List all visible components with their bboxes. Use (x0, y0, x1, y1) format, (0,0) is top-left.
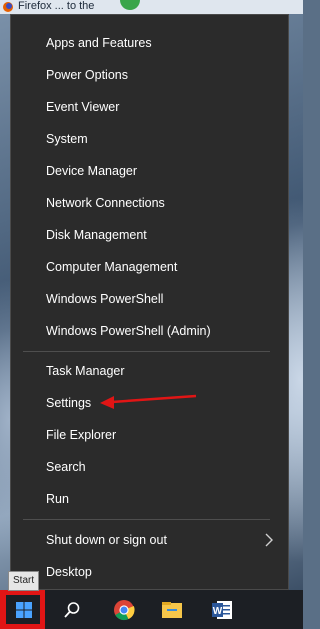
taskbar-word-button[interactable]: W (198, 590, 246, 629)
menu-item-event-viewer[interactable]: Event Viewer (46, 93, 119, 121)
winx-context-menu: Apps and Features Power Options Event Vi… (10, 14, 289, 590)
menu-separator (23, 519, 270, 520)
menu-item-windows-powershell[interactable]: Windows PowerShell (46, 285, 163, 313)
background-green-shape (120, 0, 140, 10)
background-window-strip: Firefox ... to the (0, 0, 303, 14)
word-icon: W (212, 600, 232, 619)
taskbar-chrome-button[interactable] (100, 590, 148, 629)
menu-item-system[interactable]: System (46, 125, 88, 153)
firefox-icon (3, 2, 13, 12)
menu-item-disk-management[interactable]: Disk Management (46, 221, 147, 249)
menu-item-shut-down-or-sign-out[interactable]: Shut down or sign out (46, 526, 167, 554)
file-explorer-icon (162, 601, 182, 618)
start-button-highlight-box (0, 590, 45, 629)
start-tooltip: Start (8, 571, 40, 591)
menu-item-power-options[interactable]: Power Options (46, 61, 128, 89)
menu-item-settings[interactable]: Settings (46, 389, 91, 417)
background-window-text: Firefox ... to the (18, 0, 95, 12)
svg-text:W: W (213, 606, 223, 617)
chevron-right-icon (265, 533, 273, 547)
menu-item-task-manager[interactable]: Task Manager (46, 357, 125, 385)
menu-item-desktop[interactable]: Desktop (46, 558, 92, 586)
menu-item-computer-management[interactable]: Computer Management (46, 253, 177, 281)
menu-separator (23, 351, 270, 352)
search-icon (64, 601, 80, 618)
menu-item-search[interactable]: Search (46, 453, 86, 481)
menu-item-file-explorer[interactable]: File Explorer (46, 421, 116, 449)
menu-item-device-manager[interactable]: Device Manager (46, 157, 137, 185)
menu-item-network-connections[interactable]: Network Connections (46, 189, 165, 217)
taskbar-search-button[interactable] (48, 590, 96, 629)
menu-item-apps-and-features[interactable]: Apps and Features (46, 29, 152, 57)
chrome-icon (114, 599, 135, 620)
menu-item-run[interactable]: Run (46, 485, 69, 513)
menu-item-windows-powershell-admin[interactable]: Windows PowerShell (Admin) (46, 317, 211, 345)
taskbar-file-explorer-button[interactable] (148, 590, 196, 629)
taskbar: W (0, 590, 303, 629)
